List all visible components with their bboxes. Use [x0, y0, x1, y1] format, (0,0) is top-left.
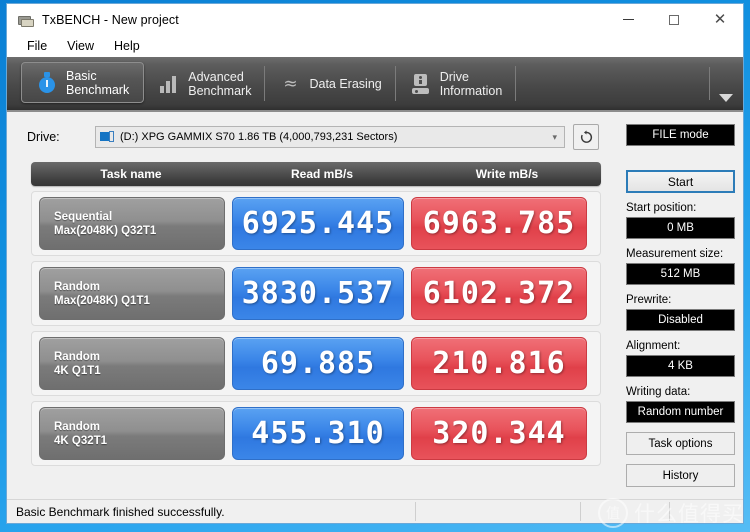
drive-select-value: (D:) XPG GAMMIX S70 1.86 TB (4,000,793,2… — [120, 131, 398, 143]
history-button[interactable]: History — [626, 464, 735, 487]
task-button[interactable]: Random 4K Q32T1 — [39, 407, 225, 460]
window-title: TxBENCH - New project — [42, 12, 179, 27]
write-value: 6102.372 — [422, 276, 576, 311]
prewrite-value[interactable]: Disabled — [626, 309, 735, 331]
tab-basic-benchmark[interactable]: Basic Benchmark — [21, 62, 145, 103]
tab-drive-information[interactable]: Drive Information — [396, 57, 517, 110]
menu-bar: File View Help — [7, 35, 743, 57]
writing-data-label: Writing data: — [626, 386, 691, 398]
read-value-box: 6925.445 — [232, 197, 404, 250]
table-row: Random 4K Q1T1 69.885 210.816 — [31, 331, 601, 396]
write-value-box: 6963.785 — [411, 197, 587, 250]
alignment-label: Alignment: — [626, 340, 681, 352]
prewrite-label: Prewrite: — [626, 294, 672, 306]
measurement-size-value[interactable]: 512 MB — [626, 263, 735, 285]
read-value: 455.310 — [251, 416, 385, 451]
status-message: Basic Benchmark finished successfully. — [16, 504, 225, 519]
chevron-down-icon — [719, 94, 733, 102]
refresh-icon — [580, 129, 592, 143]
tab-data-erasing[interactable]: ≈ Data Erasing — [265, 57, 396, 110]
results-table: Task name Read mB/s Write mB/s Sequentia… — [31, 162, 601, 466]
measurement-size-label: Measurement size: — [626, 248, 724, 260]
start-position-label: Start position: — [626, 202, 697, 214]
task-label: Sequential Max(2048K) Q32T1 — [54, 210, 157, 237]
write-value: 210.816 — [432, 346, 566, 381]
start-position-value[interactable]: 0 MB — [626, 217, 735, 239]
bar-chart-icon — [158, 72, 180, 96]
task-label: Random Max(2048K) Q1T1 — [54, 280, 150, 307]
read-value-box: 455.310 — [232, 407, 404, 460]
close-icon: ✕ — [713, 10, 727, 28]
task-label: Random 4K Q32T1 — [54, 420, 108, 447]
window-controls: ✕ — [605, 4, 743, 35]
column-header-read: Read mB/s — [290, 167, 354, 181]
main-content: Drive: (D:) XPG GAMMIX S70 1.86 TB (4,00… — [7, 112, 743, 499]
close-button[interactable]: ✕ — [697, 4, 743, 35]
menu-item-help[interactable]: Help — [104, 37, 150, 55]
tab-overflow-button[interactable] — [709, 57, 743, 110]
options-panel: FILE mode Start Start position: 0 MB Mea… — [622, 112, 743, 499]
read-value: 3830.537 — [241, 276, 395, 311]
writing-data-value[interactable]: Random number — [626, 401, 735, 423]
maximize-icon — [669, 14, 679, 25]
tab-basic-benchmark-label: Basic Benchmark — [66, 68, 130, 97]
drive-select[interactable]: (D:) XPG GAMMIX S70 1.86 TB (4,000,793,2… — [95, 126, 565, 148]
task-button[interactable]: Sequential Max(2048K) Q32T1 — [39, 197, 225, 250]
zigzag-icon: ≈ — [283, 73, 298, 94]
minimize-button[interactable] — [605, 4, 651, 35]
tab-drive-information-label: Drive Information — [439, 69, 503, 98]
drive-icon — [100, 131, 115, 143]
write-value-box: 320.344 — [411, 407, 587, 460]
hard-drive-icon — [410, 72, 432, 96]
status-bar: Basic Benchmark finished successfully. — [7, 499, 743, 523]
stopwatch-icon — [36, 71, 58, 95]
table-header: Task name Read mB/s Write mB/s — [31, 162, 601, 186]
menu-item-view[interactable]: View — [57, 37, 104, 55]
task-options-button[interactable]: Task options — [626, 432, 735, 455]
alignment-value[interactable]: 4 KB — [626, 355, 735, 377]
start-button[interactable]: Start — [626, 170, 735, 193]
column-header-task-name: Task name — [100, 167, 162, 181]
plug-icon — [17, 13, 35, 27]
tab-data-erasing-label: Data Erasing — [309, 76, 382, 91]
column-header-write: Write mB/s — [475, 167, 539, 181]
write-value-box: 6102.372 — [411, 267, 587, 320]
read-value-box: 69.885 — [232, 337, 404, 390]
read-value: 69.885 — [260, 346, 376, 381]
tab-strip: Basic Benchmark Advanced Benchmark ≈ Dat… — [7, 57, 743, 112]
table-row: Sequential Max(2048K) Q32T1 6925.445 696… — [31, 191, 601, 256]
task-button[interactable]: Random Max(2048K) Q1T1 — [39, 267, 225, 320]
task-button[interactable]: Random 4K Q1T1 — [39, 337, 225, 390]
menu-item-file[interactable]: File — [17, 37, 57, 55]
table-row: Random 4K Q32T1 455.310 320.344 — [31, 401, 601, 466]
application-window: TxBENCH - New project ✕ File View Help B… — [6, 3, 744, 524]
refresh-button[interactable] — [573, 124, 599, 150]
read-value: 6925.445 — [241, 206, 395, 241]
write-value-box: 210.816 — [411, 337, 587, 390]
write-value: 320.344 — [432, 416, 566, 451]
drive-label: Drive: — [27, 130, 60, 144]
benchmark-panel: Drive: (D:) XPG GAMMIX S70 1.86 TB (4,00… — [7, 112, 622, 499]
maximize-button[interactable] — [651, 4, 697, 35]
mode-button[interactable]: FILE mode — [626, 124, 735, 146]
title-bar: TxBENCH - New project ✕ — [7, 4, 743, 35]
table-row: Random Max(2048K) Q1T1 3830.537 6102.372 — [31, 261, 601, 326]
minimize-icon — [622, 19, 634, 20]
drive-selector-row: Drive: (D:) XPG GAMMIX S70 1.86 TB (4,00… — [27, 124, 622, 150]
task-label: Random 4K Q1T1 — [54, 350, 101, 377]
chevron-down-icon: ▾ — [552, 132, 557, 142]
tab-advanced-benchmark[interactable]: Advanced Benchmark — [144, 57, 266, 110]
read-value-box: 3830.537 — [232, 267, 404, 320]
tab-advanced-benchmark-label: Advanced Benchmark — [188, 69, 252, 98]
write-value: 6963.785 — [422, 206, 576, 241]
